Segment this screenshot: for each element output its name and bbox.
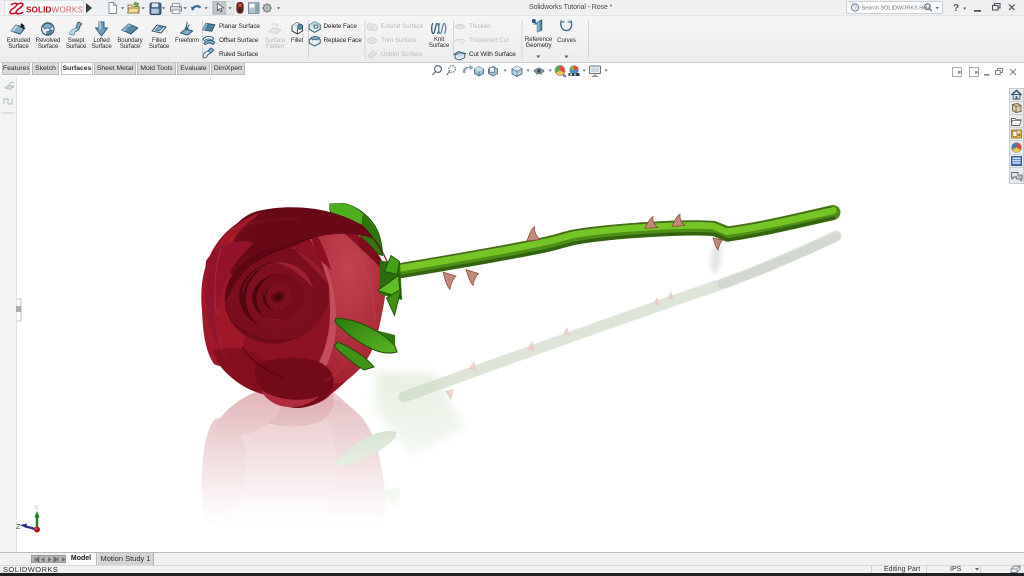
- svg-text:Search SOLIDWORKS Help: Search SOLIDWORKS Help: [862, 6, 931, 12]
- svg-text:Y: Y: [34, 503, 39, 512]
- svg-text:SOLIDWORKS: SOLIDWORKS: [26, 6, 83, 15]
- svg-text:?: ?: [953, 3, 959, 14]
- svg-text:?: ?: [853, 5, 857, 12]
- svg-text:Z: Z: [16, 522, 21, 531]
